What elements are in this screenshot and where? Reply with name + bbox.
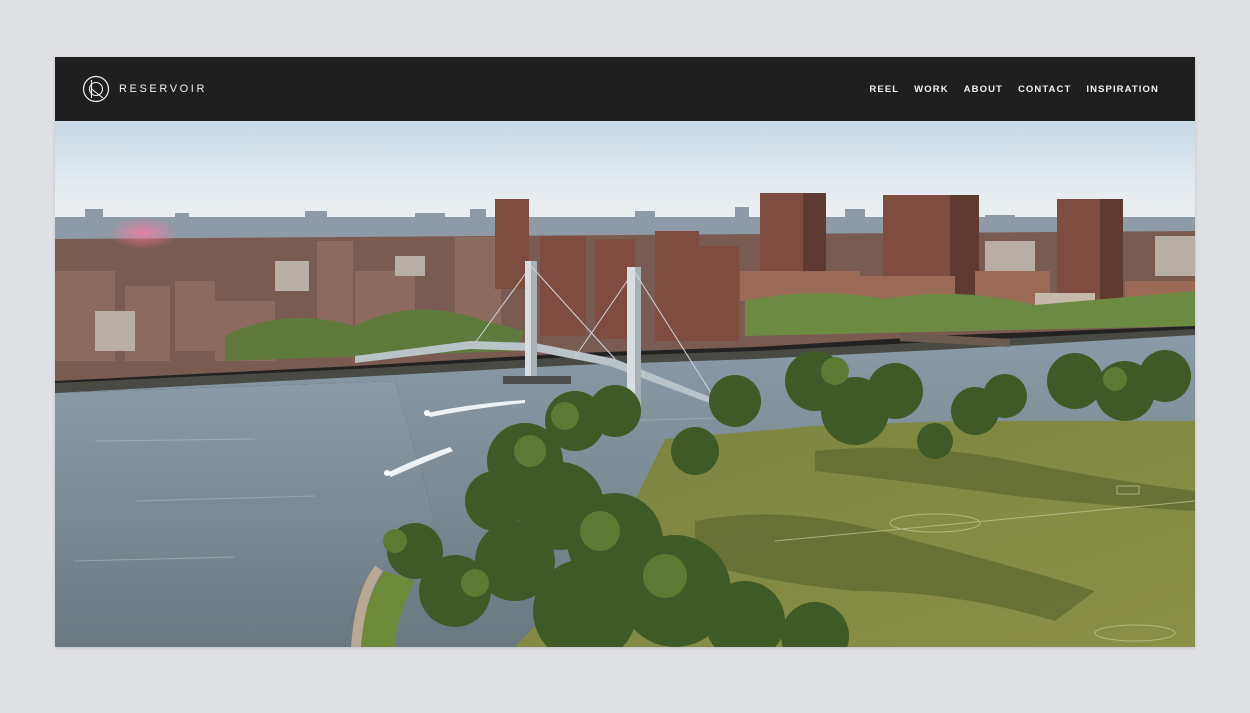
- nav-item-inspiration: INSPIRATION: [1086, 80, 1159, 99]
- aerial-city-video-frame: [55, 121, 1195, 647]
- lens-flare: [107, 217, 179, 249]
- website-frame: RESERVOIR REEL WORK ABOUT CONTACT INSPIR…: [55, 57, 1195, 647]
- nav-item-contact: CONTACT: [1018, 80, 1071, 99]
- nav-link-contact[interactable]: CONTACT: [1018, 80, 1071, 99]
- brand-home-link[interactable]: RESERVOIR: [82, 75, 207, 103]
- nav-link-reel[interactable]: REEL: [869, 80, 899, 99]
- nav-item-about: ABOUT: [964, 80, 1003, 99]
- nav-item-work: WORK: [914, 80, 948, 99]
- brand-name: RESERVOIR: [119, 83, 207, 95]
- nav-link-inspiration[interactable]: INSPIRATION: [1086, 80, 1159, 99]
- site-header: RESERVOIR REEL WORK ABOUT CONTACT INSPIR…: [55, 57, 1195, 121]
- nav-item-reel: REEL: [869, 80, 899, 99]
- main-nav: REEL WORK ABOUT CONTACT INSPIRATION: [869, 80, 1159, 99]
- hero-media: [55, 121, 1195, 647]
- reservoir-circle-logo-icon: [82, 75, 110, 103]
- far-trees-right: [745, 291, 1195, 336]
- sky: [55, 121, 1195, 231]
- nav-link-work[interactable]: WORK: [914, 80, 948, 99]
- nav-link-about[interactable]: ABOUT: [964, 80, 1003, 99]
